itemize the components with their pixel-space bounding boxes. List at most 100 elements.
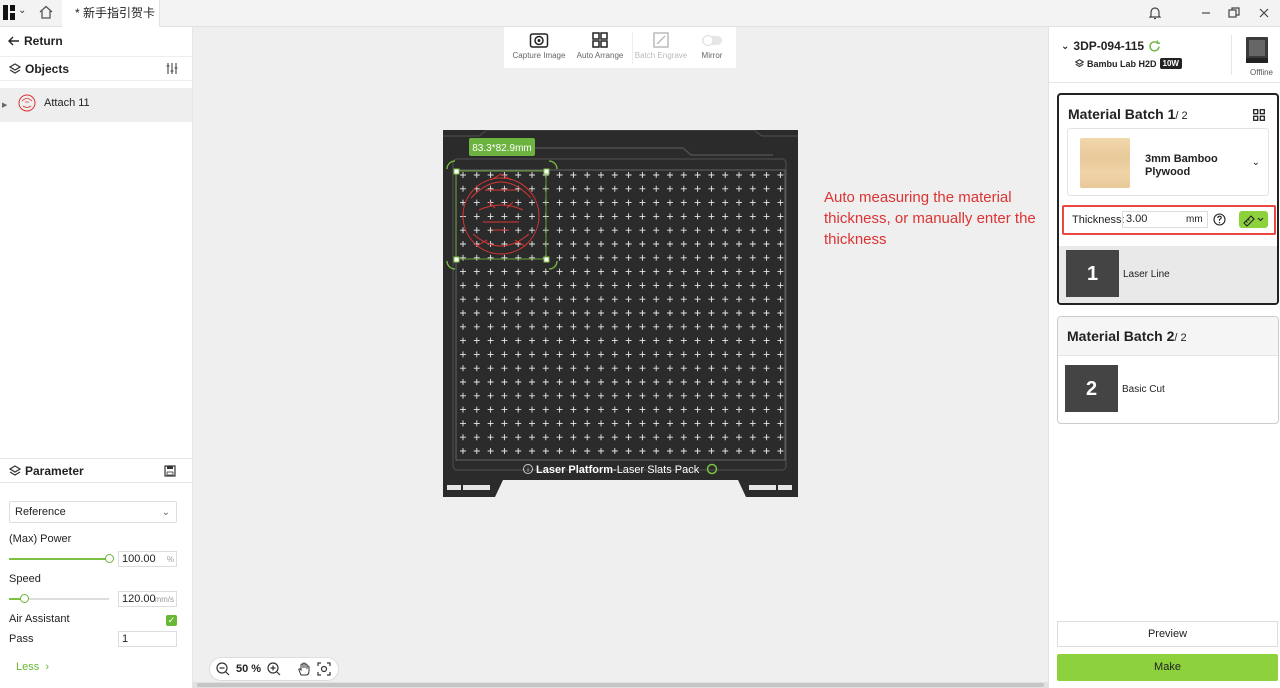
air-assist-checkbox[interactable]: ✓ (166, 615, 177, 626)
batch-1-process-item[interactable]: 1 Laser Line (1059, 246, 1277, 303)
refresh-icon[interactable] (1148, 40, 1161, 53)
return-button[interactable]: Return (8, 34, 63, 48)
batch-engrave-button[interactable]: Batch Engrave (631, 31, 691, 60)
preview-button[interactable]: Preview (1057, 621, 1278, 647)
capture-label: Capture Image (512, 51, 566, 60)
object-list-item[interactable]: ▶ Attach 11 (0, 88, 192, 122)
grid-view-icon[interactable] (1253, 109, 1265, 121)
mirror-toggle[interactable]: Mirror (688, 31, 736, 60)
pan-hand-icon[interactable] (297, 662, 311, 676)
object-thumbnail (18, 94, 36, 112)
batch-2-title: Material Batch 2 (1067, 328, 1175, 344)
material-batch-2[interactable]: Material Batch 2/ 2 2 Basic Cut (1057, 316, 1279, 424)
zoom-in-icon[interactable] (267, 662, 281, 676)
capture-image-button[interactable]: Capture Image (509, 31, 569, 60)
fit-view-icon[interactable] (317, 662, 331, 676)
app-logo-icon[interactable] (3, 5, 15, 20)
objects-header: Objects (0, 56, 192, 81)
close-icon[interactable] (1256, 5, 1272, 21)
power-slider-handle[interactable] (105, 554, 114, 563)
app-menu-chevron-icon[interactable]: ⌄ (18, 5, 26, 16)
parameter-label: Parameter (25, 463, 84, 478)
parameter-header: Parameter (0, 458, 192, 483)
plate-name-rest: -Laser Slats Pack (613, 464, 700, 476)
power-label: (Max) Power (9, 533, 72, 545)
batch-2-header[interactable]: Material Batch 2/ 2 (1058, 317, 1278, 356)
camera-icon (529, 33, 549, 48)
horizontal-scrollbar[interactable] (193, 682, 1048, 688)
auto-measure-button[interactable] (1239, 211, 1268, 228)
power-unit: % (166, 555, 174, 564)
object-label: Attach 11 (44, 97, 90, 109)
layers-icon (9, 464, 21, 476)
engrave-icon (653, 32, 669, 48)
printer-model: Bambu Lab H2D (1087, 58, 1157, 69)
thickness-row: Thickness: 3.00 mm (1062, 205, 1276, 235)
arrange-grid-icon (592, 32, 608, 48)
pass-value: 1 (122, 633, 129, 645)
batch-2-title-row: Material Batch 2/ 2 (1067, 328, 1187, 344)
speed-unit: mm/s (154, 595, 174, 604)
chevron-down-icon: ⌄ (161, 507, 170, 518)
less-toggle-link[interactable]: Less › (16, 661, 49, 673)
material-name: 3mm Bamboo Plywood (1145, 153, 1218, 178)
restore-icon[interactable] (1226, 5, 1242, 21)
speed-slider[interactable] (9, 594, 109, 603)
measure-ruler-icon (1243, 215, 1264, 227)
mirror-label: Mirror (701, 51, 723, 60)
expand-triangle-icon[interactable]: ▶ (2, 101, 7, 109)
dimension-text: 83.3*82.9mm (472, 143, 531, 154)
printer-selector[interactable]: ⌄ 3DP-094-115 Bambu Lab H2D 10W Offline (1049, 27, 1280, 83)
bell-icon[interactable] (1147, 5, 1163, 21)
minimize-icon[interactable] (1198, 5, 1214, 21)
power-slider[interactable] (9, 554, 114, 563)
process-1-label: Laser Line (1123, 269, 1170, 280)
preset-value: Reference (15, 506, 66, 518)
printer-image (1246, 37, 1268, 63)
speed-slider-handle[interactable] (20, 594, 29, 603)
help-icon[interactable] (1213, 213, 1226, 226)
thickness-unit: mm (1186, 214, 1203, 225)
pass-input[interactable]: 1 (118, 631, 177, 647)
printer-name: 3DP-094-115 (1073, 39, 1145, 53)
thickness-label: Thickness: (1072, 214, 1125, 226)
speed-input[interactable]: 120.00 mm/s (118, 591, 177, 607)
arrange-label: Auto Arrange (576, 51, 624, 60)
auto-arrange-button[interactable]: Auto Arrange (570, 31, 630, 60)
chevron-down-icon: ⌄ (1251, 157, 1260, 168)
zoom-out-icon[interactable] (216, 662, 230, 676)
process-1-badge: 1 (1066, 250, 1119, 297)
thickness-value: 3.00 (1126, 213, 1148, 225)
batch-1-title-row: Material Batch 1/ 2 (1068, 106, 1188, 122)
batch-1-title: Material Batch 1 (1068, 106, 1176, 122)
preset-select[interactable]: Reference ⌄ (9, 501, 177, 523)
arrow-left-icon (8, 36, 19, 46)
toggle-switch-icon (702, 35, 722, 46)
laser-platform-plate[interactable]: 83.3*82.9mm i Laser Platform-Laser Slats… (443, 130, 798, 497)
less-label: Less (16, 661, 40, 673)
left-panel: Return Objects ▶ Attach 11 Parameter Ref… (0, 27, 193, 688)
save-preset-icon[interactable] (164, 465, 176, 477)
material-selector[interactable]: 3mm Bamboo Plywood ⌄ (1067, 128, 1269, 196)
scrollbar-thumb[interactable] (197, 683, 1044, 687)
air-assist-label: Air Assistant (9, 613, 70, 625)
canvas-area[interactable]: Capture Image Auto Arrange Batch Engrave… (193, 27, 1048, 688)
top-toolbar: Capture Image Auto Arrange Batch Engrave… (504, 27, 736, 68)
sort-filter-icon[interactable] (166, 62, 178, 75)
layers-icon (9, 62, 21, 74)
process-2-label: Basic Cut (1122, 384, 1165, 395)
batch-2-process-item[interactable]: 2 Basic Cut (1058, 357, 1276, 419)
make-button[interactable]: Make (1057, 654, 1278, 681)
chevron-down-icon: ⌄ (1061, 40, 1070, 52)
project-tab[interactable]: * 新手指引贺卡 (62, 0, 160, 27)
printer-name-row[interactable]: ⌄ 3DP-094-115 (1061, 39, 1161, 53)
batch-engrave-label: Batch Engrave (634, 51, 688, 60)
divider (1231, 35, 1232, 75)
home-icon[interactable] (38, 4, 54, 20)
return-label: Return (24, 34, 63, 48)
plate-name-bold: Laser Platform (536, 464, 613, 476)
power-slider-fill (9, 558, 109, 560)
power-input[interactable]: 100.00 % (118, 551, 177, 567)
process-2-badge: 2 (1065, 365, 1118, 412)
material-batch-1[interactable]: Material Batch 1/ 2 3mm Bamboo Plywood ⌄… (1057, 93, 1279, 305)
